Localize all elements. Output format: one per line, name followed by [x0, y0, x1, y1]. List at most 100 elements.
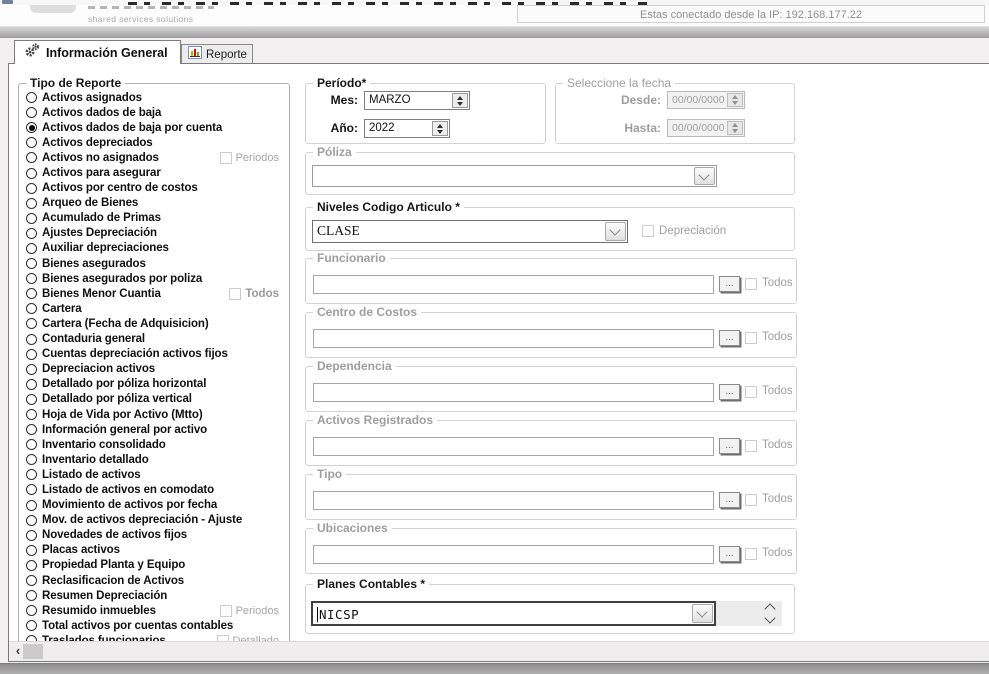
radio-button[interactable] — [26, 484, 37, 495]
browse-button[interactable]: ... — [719, 384, 740, 400]
browse-button[interactable]: ... — [719, 276, 740, 292]
todos-checkbox[interactable] — [745, 548, 757, 560]
radio-button[interactable] — [26, 243, 37, 254]
radio-button[interactable] — [26, 500, 37, 511]
report-type-option[interactable]: Bienes asegurados por poliza — [23, 271, 287, 286]
desde-spinner[interactable]: 00/00/0000 — [667, 91, 745, 109]
radio-button[interactable] — [26, 364, 37, 375]
poliza-select[interactable] — [312, 165, 717, 187]
report-type-option[interactable]: Bienes Menor Cuantia Todos — [23, 286, 287, 301]
todos-checkbox[interactable] — [745, 332, 757, 344]
radio-button[interactable] — [26, 575, 37, 586]
report-type-option[interactable]: Resumen Depreciación — [23, 588, 287, 603]
browse-button[interactable]: ... — [719, 492, 740, 508]
report-type-option[interactable]: Listado de activos en comodato — [23, 482, 287, 497]
report-type-option[interactable]: Placas activos — [23, 543, 287, 558]
spinner-buttons[interactable] — [727, 93, 743, 107]
dropdown-button[interactable] — [694, 167, 715, 185]
lookup-input[interactable] — [313, 383, 714, 402]
radio-button[interactable] — [26, 620, 37, 631]
report-type-option[interactable]: Acumulado de Primas — [23, 211, 287, 226]
report-type-option[interactable]: Cartera — [23, 301, 287, 316]
browse-button[interactable]: ... — [719, 546, 740, 562]
radio-button[interactable] — [26, 530, 37, 541]
radio-button[interactable] — [26, 168, 37, 179]
radio-button[interactable] — [26, 213, 37, 224]
report-type-option[interactable]: Cartera (Fecha de Adquisicion) — [23, 316, 287, 331]
browse-button[interactable]: ... — [719, 330, 740, 346]
anio-spinner[interactable]: 2022 — [364, 119, 450, 138]
lookup-input[interactable] — [313, 545, 714, 564]
radio-button[interactable] — [26, 258, 37, 269]
spinner-buttons[interactable] — [452, 93, 468, 108]
radio-button[interactable] — [26, 545, 37, 556]
option-checkbox[interactable] — [220, 152, 232, 164]
radio-button[interactable] — [26, 288, 37, 299]
todos-checkbox[interactable] — [745, 440, 757, 452]
radio-button[interactable] — [26, 137, 37, 148]
lookup-input[interactable] — [313, 275, 714, 294]
report-type-option[interactable]: Depreciacion activos — [23, 362, 287, 377]
report-type-option[interactable]: Activos asignados — [23, 90, 287, 105]
scroll-down-icon[interactable] — [764, 612, 775, 623]
report-type-option[interactable]: Reclasificacion de Activos — [23, 573, 287, 588]
radio-button[interactable] — [26, 439, 37, 450]
report-type-option[interactable]: Bienes asegurados — [23, 256, 287, 271]
report-type-option[interactable]: Activos dados de baja — [23, 105, 287, 120]
niveles-select[interactable]: CLASE — [312, 220, 628, 243]
radio-button[interactable] — [26, 605, 37, 616]
report-type-option[interactable]: Activos no asignados Periodos — [23, 150, 287, 165]
radio-button[interactable] — [26, 394, 37, 405]
report-type-option[interactable]: Detallado por póliza vertical — [23, 392, 287, 407]
report-type-option[interactable]: Arqueo de Bienes — [23, 196, 287, 211]
todos-checkbox[interactable] — [745, 494, 757, 506]
spinner-buttons[interactable] — [432, 121, 448, 136]
radio-button[interactable] — [26, 228, 37, 239]
radio-button[interactable] — [26, 379, 37, 390]
option-checkbox[interactable] — [229, 288, 241, 300]
report-type-option[interactable]: Novedades de activos fijos — [23, 528, 287, 543]
report-type-option[interactable]: Propiedad Planta y Equipo — [23, 558, 287, 573]
report-type-option[interactable]: Cuentas depreciación activos fijos — [23, 347, 287, 362]
todos-checkbox[interactable] — [745, 278, 757, 290]
radio-button[interactable] — [26, 198, 37, 209]
radio-button[interactable] — [26, 122, 37, 133]
report-type-option[interactable]: Inventario detallado — [23, 452, 287, 467]
report-type-option[interactable]: Contaduria general — [23, 332, 287, 347]
depreciacion-checkbox[interactable] — [642, 225, 654, 237]
report-type-option[interactable]: Información general por activo — [23, 422, 287, 437]
lookup-input[interactable] — [313, 437, 714, 456]
radio-button[interactable] — [26, 318, 37, 329]
report-type-option[interactable]: Ajustes Depreciación — [23, 226, 287, 241]
tab-reporte[interactable]: Reporte — [181, 44, 253, 64]
radio-button[interactable] — [26, 454, 37, 465]
browse-button[interactable]: ... — [719, 438, 740, 454]
radio-button[interactable] — [26, 183, 37, 194]
radio-button[interactable] — [26, 349, 37, 360]
option-checkbox[interactable] — [220, 605, 232, 617]
report-type-option[interactable]: Movimiento de activos por fecha — [23, 498, 287, 513]
radio-button[interactable] — [26, 469, 37, 480]
radio-button[interactable] — [26, 334, 37, 345]
dropdown-button[interactable] — [605, 222, 626, 241]
report-type-option[interactable]: Mov. de activos depreciación - Ajuste — [23, 513, 287, 528]
report-type-option[interactable]: Activos depreciados — [23, 135, 287, 150]
radio-button[interactable] — [26, 409, 37, 420]
report-type-option[interactable]: Activos para asegurar — [23, 165, 287, 180]
report-type-option[interactable]: Listado de activos — [23, 467, 287, 482]
radio-button[interactable] — [26, 560, 37, 571]
mes-spinner[interactable]: MARZO — [364, 91, 470, 110]
radio-button[interactable] — [26, 107, 37, 118]
report-type-option[interactable]: Hoja de Vida por Activo (Mtto) — [23, 407, 287, 422]
spinner-buttons[interactable] — [727, 121, 743, 135]
radio-button[interactable] — [26, 515, 37, 526]
radio-button[interactable] — [26, 303, 37, 314]
radio-button[interactable] — [26, 273, 37, 284]
scroll-thumb[interactable] — [23, 644, 43, 659]
report-type-option[interactable]: Detallado por póliza horizontal — [23, 377, 287, 392]
report-type-option[interactable]: Activos dados de baja por cuenta — [23, 120, 287, 135]
radio-button[interactable] — [26, 424, 37, 435]
report-type-option[interactable]: Auxiliar depreciaciones — [23, 241, 287, 256]
lookup-input[interactable] — [313, 329, 714, 348]
lookup-input[interactable] — [313, 491, 714, 510]
